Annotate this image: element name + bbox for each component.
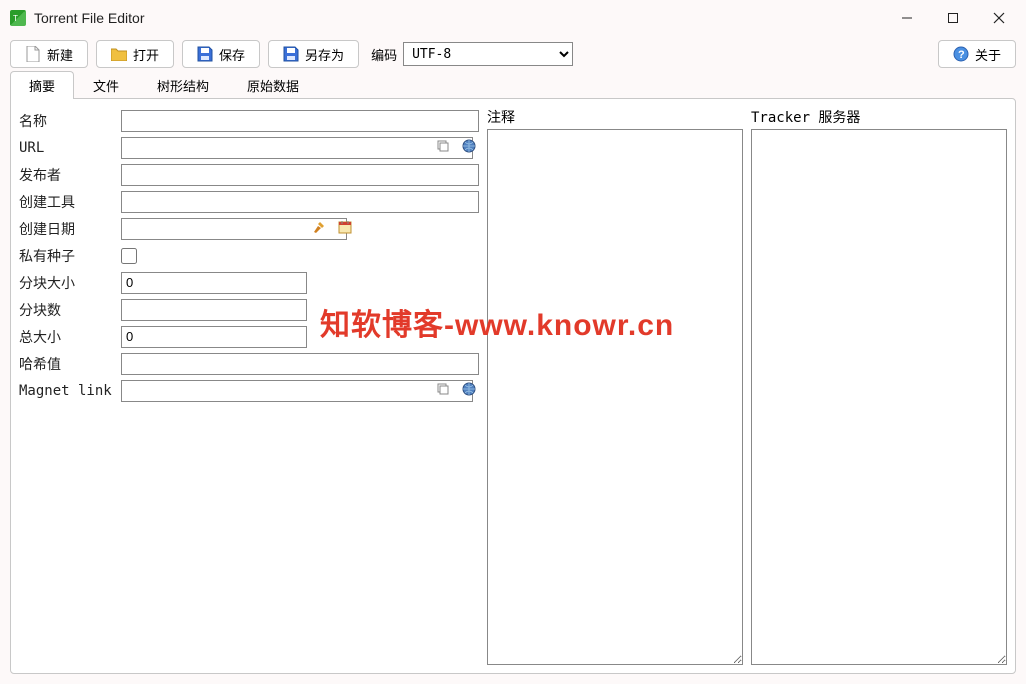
save-icon — [197, 46, 213, 62]
magnet-input[interactable] — [121, 380, 473, 402]
date-label: 创建日期 — [19, 219, 117, 239]
tab-raw[interactable]: 原始数据 — [228, 71, 318, 99]
folder-icon — [111, 46, 127, 62]
calendar-icon — [338, 220, 352, 237]
pieces-label: 分块数 — [19, 300, 117, 320]
trackers-textarea[interactable] — [751, 129, 1007, 665]
file-icon — [25, 46, 41, 62]
about-label: 关于 — [975, 45, 1001, 64]
saveas-icon — [283, 46, 299, 62]
name-input[interactable] — [121, 110, 479, 132]
url-label: URL — [19, 140, 117, 156]
save-label: 保存 — [219, 45, 245, 64]
pieces-input[interactable] — [121, 299, 307, 321]
totalsize-input[interactable] — [121, 326, 307, 348]
comment-label: 注释 — [487, 107, 743, 129]
open-label: 打开 — [133, 45, 159, 64]
saveas-button[interactable]: 另存为 — [268, 40, 359, 68]
about-button[interactable]: ? 关于 — [938, 40, 1016, 68]
creator-label: 创建工具 — [19, 192, 117, 212]
piecesize-input[interactable] — [121, 272, 307, 294]
clear-date-button[interactable] — [309, 219, 329, 239]
help-icon: ? — [953, 46, 969, 62]
copy-icon — [436, 139, 450, 156]
private-checkbox[interactable] — [121, 248, 137, 264]
broom-icon — [312, 220, 326, 237]
piecesize-label: 分块大小 — [19, 273, 117, 293]
pick-date-button[interactable] — [335, 219, 355, 239]
svg-text:?: ? — [958, 49, 965, 61]
window-title: Torrent File Editor — [34, 10, 884, 26]
private-label: 私有种子 — [19, 246, 117, 266]
new-button[interactable]: 新建 — [10, 40, 88, 68]
magnet-label: Magnet link — [19, 383, 117, 399]
globe-icon — [462, 382, 476, 399]
name-label: 名称 — [19, 111, 117, 131]
save-button[interactable]: 保存 — [182, 40, 260, 68]
trackers-label: Tracker 服务器 — [751, 107, 1007, 129]
globe-icon — [462, 139, 476, 156]
encoding-select[interactable]: UTF-8 — [403, 42, 573, 66]
creator-input[interactable] — [121, 191, 479, 213]
close-button[interactable] — [976, 2, 1022, 34]
minimize-button[interactable] — [884, 2, 930, 34]
tab-files[interactable]: 文件 — [74, 71, 138, 99]
copy-url-button[interactable] — [433, 138, 453, 158]
encoding-label: 编码 — [371, 45, 397, 64]
tab-summary[interactable]: 摘要 — [10, 71, 74, 99]
copy-icon — [436, 382, 450, 399]
open-magnet-button[interactable] — [459, 381, 479, 401]
svg-text:T: T — [13, 14, 18, 23]
hash-label: 哈希值 — [19, 354, 117, 374]
saveas-label: 另存为 — [305, 45, 344, 64]
url-input[interactable] — [121, 137, 473, 159]
tab-tree[interactable]: 树形结构 — [138, 71, 228, 99]
hash-input[interactable] — [121, 353, 479, 375]
totalsize-label: 总大小 — [19, 327, 117, 347]
publisher-label: 发布者 — [19, 165, 117, 185]
app-icon: T — [10, 10, 26, 26]
maximize-button[interactable] — [930, 2, 976, 34]
publisher-input[interactable] — [121, 164, 479, 186]
open-button[interactable]: 打开 — [96, 40, 174, 68]
open-url-button[interactable] — [459, 138, 479, 158]
copy-magnet-button[interactable] — [433, 381, 453, 401]
comment-textarea[interactable] — [487, 129, 743, 665]
new-label: 新建 — [47, 45, 73, 64]
